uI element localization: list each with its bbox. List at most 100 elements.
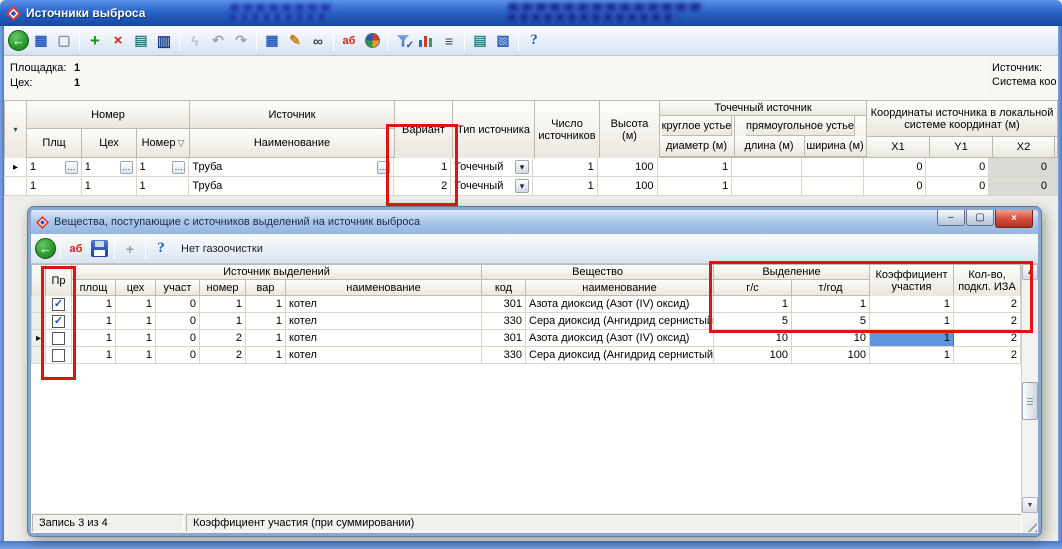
cell-ceh[interactable]: 1… <box>82 158 137 177</box>
cell-uchast[interactable]: 0 <box>156 347 200 364</box>
cell-kolvo[interactable]: 2 <box>954 347 1021 364</box>
cell-x1[interactable]: 0 <box>864 158 927 177</box>
header-rect-mouth[interactable]: прямоугольное устье <box>746 116 855 136</box>
lightning-icon[interactable]: ϟ <box>184 30 206 52</box>
cell-nomer[interactable]: 1 <box>200 296 246 313</box>
table-export-icon[interactable]: ▥ <box>153 30 175 52</box>
cell-uchast[interactable]: 0 <box>156 296 200 313</box>
cell-ceh[interactable]: 1 <box>116 347 156 364</box>
header-height[interactable]: Высота (м) <box>600 101 660 159</box>
maximize-button[interactable]: ▢ <box>966 210 994 226</box>
header-substance-group[interactable]: Вещество код наименование <box>482 265 714 296</box>
minimize-button[interactable]: – <box>937 210 965 226</box>
cell-source-type[interactable]: Точечный▾ <box>451 177 533 196</box>
table-row[interactable]: 1 1 0 2 1 котел 330 Сера диоксид (Ангидр… <box>31 347 1021 364</box>
cell-code[interactable]: 330 <box>482 347 526 364</box>
cell-source-count[interactable]: 1 <box>533 177 598 196</box>
copy-record-icon[interactable]: ▤ <box>130 30 152 52</box>
help-icon[interactable]: ? <box>150 238 172 260</box>
cell-var[interactable]: 1 <box>246 347 286 364</box>
selector-column-header[interactable]: ▾ <box>5 101 27 159</box>
table-row[interactable]: ▸ 1… 1… 1… Труба… 1 Точечный▾ 1 100 1 0 … <box>4 158 1058 177</box>
cell-plosh[interactable]: 1 <box>72 313 116 330</box>
cell-nomer[interactable]: 1 <box>200 313 246 330</box>
header-round-mouth[interactable]: круглое устье <box>662 116 733 136</box>
paste-icon[interactable]: ▧ <box>492 30 514 52</box>
cell-height[interactable]: 100 <box>598 177 658 196</box>
ellipsis-button[interactable]: … <box>120 161 133 174</box>
header-diameter[interactable]: диаметр (м) <box>660 136 735 157</box>
header-x2[interactable]: X2 <box>993 137 1055 158</box>
cell-code[interactable]: 330 <box>482 313 526 330</box>
cell-source-count[interactable]: 1 <box>533 158 598 177</box>
grid-copy-icon[interactable]: ▦ <box>30 30 52 52</box>
cell-length[interactable] <box>732 158 802 177</box>
cell-substance[interactable]: Азота диоксид (Азот (IV) оксид) <box>526 296 714 313</box>
edit-page-icon[interactable]: ✎ <box>284 30 306 52</box>
header-y1[interactable]: Y1 <box>930 137 993 158</box>
cell-plosh[interactable]: 1 <box>72 330 116 347</box>
scroll-down-button[interactable]: ▼ <box>1022 497 1038 513</box>
header-nomer[interactable]: номер <box>200 280 246 296</box>
params-icon[interactable]: аб <box>65 238 87 260</box>
header-uchast[interactable]: участ <box>156 280 200 296</box>
cell-code[interactable]: 301 <box>482 330 526 347</box>
cell-koeff[interactable]: 1 <box>870 347 954 364</box>
cell-gs[interactable]: 100 <box>714 347 792 364</box>
cell-x2[interactable]: 0 <box>989 158 1051 177</box>
cell-plsh[interactable]: 1… <box>27 158 82 177</box>
header-ceh[interactable]: Цех <box>82 129 137 158</box>
close-button[interactable]: × <box>995 210 1033 228</box>
cell-nomer[interactable]: 1 <box>137 177 190 196</box>
filter-icon[interactable]: ✓ <box>392 30 414 52</box>
cell-uchast[interactable]: 0 <box>156 313 200 330</box>
cell-diameter[interactable]: 1 <box>658 177 733 196</box>
cell-nomer[interactable]: 2 <box>200 330 246 347</box>
cell-nomer[interactable]: 2 <box>200 347 246 364</box>
cell-name[interactable]: котел <box>286 296 482 313</box>
cell-plosh[interactable]: 1 <box>72 347 116 364</box>
header-name[interactable]: наименование <box>286 280 482 296</box>
back-icon[interactable]: ← <box>35 238 56 259</box>
header-source-group[interactable]: Источник Наименование <box>190 101 395 158</box>
cell-substance[interactable]: Сера диоксид (Ангидрид сернистый) <box>526 347 714 364</box>
row-selector[interactable] <box>5 177 27 196</box>
help-icon[interactable]: ? <box>523 30 545 52</box>
resize-grip[interactable] <box>1023 518 1037 532</box>
cell-source-type[interactable]: Точечный▾ <box>451 158 533 177</box>
header-nomer[interactable]: Номер▽ <box>137 129 190 158</box>
blank-page-icon[interactable]: ▢ <box>53 30 75 52</box>
calc-table-icon[interactable]: ▦ <box>261 30 283 52</box>
cell-name[interactable]: котел <box>286 330 482 347</box>
undo-icon[interactable]: ↶ <box>207 30 229 52</box>
gear-ball-icon[interactable] <box>361 30 383 52</box>
cell-y1[interactable]: 0 <box>926 158 989 177</box>
cell-x2[interactable]: 0 <box>989 177 1051 196</box>
delete-record-icon[interactable]: × <box>107 30 129 52</box>
header-plosh[interactable]: площ <box>72 280 116 296</box>
header-code[interactable]: код <box>482 280 526 296</box>
cell-substance[interactable]: Сера диоксид (Ангидрид сернистый) <box>526 313 714 330</box>
cell-code[interactable]: 301 <box>482 296 526 313</box>
header-coords-group[interactable]: Координаты источника в локальной системе… <box>867 101 1058 158</box>
copy-pages-icon[interactable]: ▤ <box>469 30 491 52</box>
cell-name[interactable]: котел <box>286 313 482 330</box>
cell-width[interactable] <box>802 158 864 177</box>
cell-diameter[interactable]: 1 <box>658 158 733 177</box>
params-icon[interactable]: аб <box>338 30 360 52</box>
row-selector[interactable]: ▸ <box>5 158 27 177</box>
cell-ceh[interactable]: 1 <box>116 313 156 330</box>
add-icon[interactable]: + <box>119 238 141 260</box>
cell-tgod[interactable]: 100 <box>792 347 870 364</box>
header-width[interactable]: ширина (м) <box>805 136 867 157</box>
cell-plsh[interactable]: 1 <box>27 177 82 196</box>
list-icon[interactable]: ≡ <box>438 30 460 52</box>
header-number-group[interactable]: Номер Плщ Цех Номер▽ <box>27 101 190 158</box>
header-x1[interactable]: X1 <box>867 137 930 158</box>
ellipsis-button[interactable]: … <box>65 161 78 174</box>
ellipsis-button[interactable]: … <box>172 161 185 174</box>
cell-name[interactable]: Труба <box>189 177 393 196</box>
header-name[interactable]: Наименование <box>190 129 395 158</box>
header-var[interactable]: вар <box>246 280 286 296</box>
cell-ceh[interactable]: 1 <box>82 177 137 196</box>
